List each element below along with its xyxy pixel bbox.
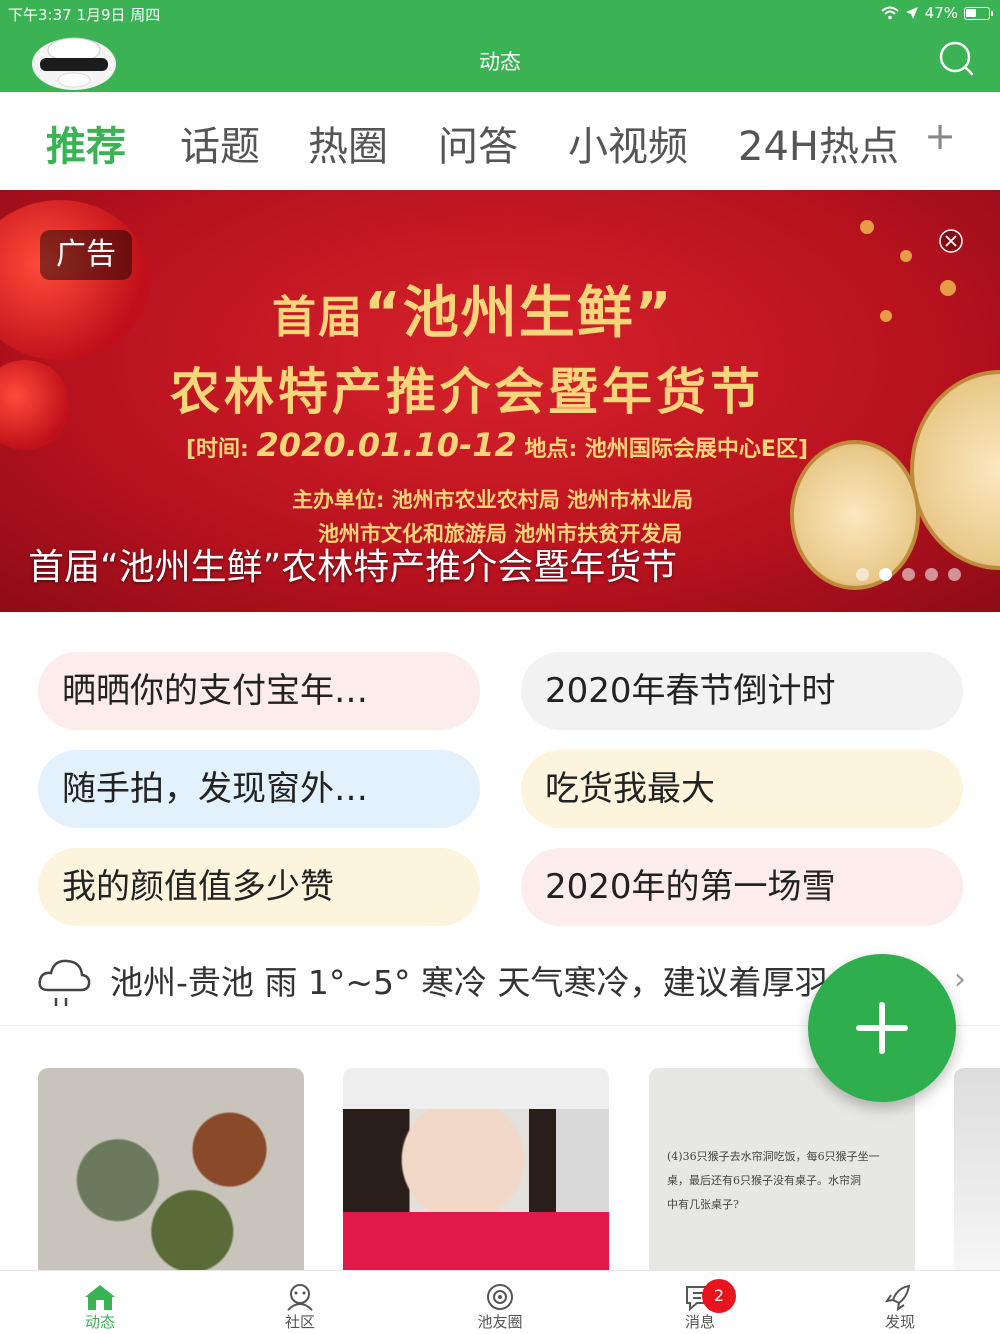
battery-icon [964, 6, 993, 20]
tab-topics[interactable]: 话题 [180, 114, 260, 172]
topic-chip-looks[interactable]: 我的颜值值多少赞 [38, 848, 480, 926]
add-tab-button[interactable]: + [924, 114, 956, 158]
top-bar: 下午3:37 1月9日 周四 47% 动态 [0, 0, 1000, 92]
ad-badge: 广告 [40, 230, 132, 280]
carousel-dot[interactable] [948, 568, 961, 581]
category-tabs: 推荐 话题 热圈 问答 小视频 24H热点 + [0, 92, 1000, 190]
ad-banner[interactable]: 广告 首届“池州生鲜” 农林特产推介会暨年货节 [时间: 2020.01.10-… [0, 190, 1000, 612]
tabbar-item-community[interactable]: 社区 [240, 1271, 360, 1334]
post-thumbnail-portrait[interactable] [343, 1068, 609, 1272]
firecracker-decoration [880, 310, 892, 322]
status-time: 下午3:37 1月9日 周四 [8, 6, 161, 24]
topic-chip-window[interactable]: 随手拍，发现窗外… [38, 750, 480, 828]
unread-badge: 2 [702, 1279, 736, 1313]
tab-hot-circles[interactable]: 热圈 [308, 114, 388, 172]
firecracker-decoration [900, 250, 912, 262]
banner-organizers: 主办单位: 池州市农业农村局 池州市林业局 [292, 488, 694, 512]
tabbar-label: 动态 [84, 1313, 115, 1331]
firecracker-decoration [940, 280, 956, 296]
banner-headline: 首届“池州生鲜” [272, 281, 674, 346]
banner-caption: 首届“池州生鲜”农林特产推介会暨年货节 [28, 547, 678, 588]
tabbar-label: 消息 [684, 1313, 715, 1331]
banner-time-place: [时间: 2020.01.10-12 地点: 池州国际会展中心E区] [186, 426, 808, 464]
tab-qa[interactable]: 问答 [438, 114, 518, 172]
drum-decoration [910, 370, 1000, 570]
tab-24h-hot[interactable]: 24H热点 [738, 114, 899, 172]
tabbar-label: 发现 [884, 1313, 915, 1331]
post-thumbnail-food[interactable] [38, 1068, 304, 1272]
location-arrow-icon [905, 7, 918, 19]
post-thumbnail-partial[interactable] [954, 1068, 1000, 1272]
firecracker-decoration [860, 220, 874, 234]
battery-percent: 47% [924, 4, 958, 22]
topic-chip-alipay[interactable]: 晒晒你的支付宝年… [38, 652, 480, 730]
add-post-button[interactable] [808, 954, 956, 1102]
carousel-dots [856, 568, 961, 581]
bottom-tab-bar: 动态 社区 池友圈 消息 2 发现 [0, 1270, 1000, 1334]
homework-line: 桌，最后还有6只猴子没有桌子。水帘洞 [667, 1174, 861, 1187]
lantern-decoration [0, 200, 150, 360]
tab-recommend[interactable]: 推荐 [46, 114, 126, 172]
rain-cloud-icon [38, 959, 91, 1006]
lantern-decoration [0, 360, 70, 450]
status-bar: 下午3:37 1月9日 周四 47% [0, 0, 1000, 28]
close-ad-icon[interactable] [938, 228, 964, 254]
topic-chip-first-snow[interactable]: 2020年的第一场雪 [521, 848, 963, 926]
community-icon [287, 1284, 313, 1311]
wifi-icon [880, 6, 899, 20]
search-icon[interactable] [938, 40, 974, 76]
tabbar-item-feed[interactable]: 动态 [40, 1271, 160, 1334]
carousel-dot-active[interactable] [879, 568, 892, 581]
tabbar-item-messages[interactable]: 消息 2 [640, 1271, 760, 1334]
tabbar-item-discover[interactable]: 发现 [840, 1271, 960, 1334]
tabbar-item-circle[interactable]: 池友圈 [440, 1271, 560, 1334]
page-title: 动态 [479, 50, 521, 74]
portrait-shirt [343, 1212, 609, 1272]
tab-short-video[interactable]: 小视频 [568, 114, 688, 172]
topic-chip-foodie[interactable]: 吃货我最大 [521, 750, 963, 828]
home-icon [85, 1285, 115, 1310]
tabbar-label: 社区 [284, 1313, 315, 1331]
circle-icon [487, 1284, 513, 1310]
carousel-dot[interactable] [925, 568, 938, 581]
tabbar-label: 池友圈 [477, 1313, 523, 1331]
discover-icon [884, 1284, 911, 1311]
homework-line: 中有几张桌子? [667, 1198, 739, 1211]
carousel-dot[interactable] [902, 568, 915, 581]
chevron-right-icon: › [954, 962, 966, 997]
topic-chip-countdown[interactable]: 2020年春节倒计时 [521, 652, 963, 730]
banner-subtitle: 农林特产推介会暨年货节 [170, 363, 764, 421]
homework-line: (4)36只猴子去水帘洞吃饭，每6只猴子坐一 [667, 1150, 880, 1163]
status-right: 47% [880, 4, 993, 22]
weather-text: 池州-贵池 雨 1°~5° 寒冷 天气寒冷，建议着厚羽 [110, 963, 828, 1002]
carousel-dot[interactable] [856, 568, 869, 581]
